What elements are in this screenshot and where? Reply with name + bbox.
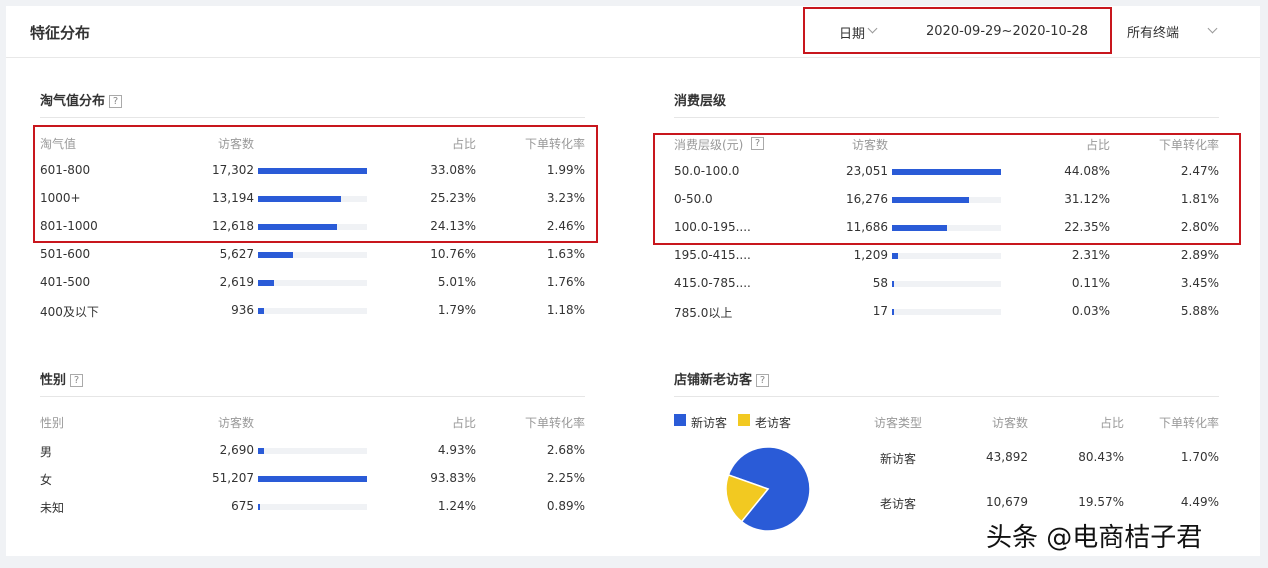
row-conv: 1.76% [546, 275, 585, 289]
help-icon[interactable]: ? [70, 374, 84, 387]
row-label: 老访客 [880, 497, 917, 511]
row-share: 1.24% [437, 499, 476, 513]
row-conv: 4.49% [1180, 495, 1219, 509]
row-share: 93.83% [430, 471, 476, 485]
row-conv: 2.68% [546, 443, 585, 457]
header-conv: 下单转化率 [524, 416, 585, 430]
row-visitors: 2,690 [219, 443, 254, 457]
bar-fill [258, 252, 294, 258]
bar-track [258, 308, 367, 314]
divider [674, 396, 1219, 397]
bar-track [258, 252, 367, 258]
bar-track [258, 476, 367, 482]
row-label: 400及以下 [40, 305, 99, 319]
legend-label-new[interactable]: 新访客 [691, 414, 727, 431]
section-title: 淘气值分布? [40, 90, 123, 109]
row-conv: 2.25% [546, 471, 585, 485]
row-label: 新访客 [880, 452, 917, 466]
row-label: 501-600 [40, 247, 91, 261]
row-conv: 1.18% [546, 303, 585, 317]
header-visitors: 访客数 [218, 416, 255, 430]
help-icon[interactable]: ? [109, 95, 123, 108]
chevron-down-icon[interactable] [1207, 23, 1218, 34]
row-conv: 1.70% [1180, 450, 1219, 464]
row-label: 785.0以上 [674, 306, 733, 320]
bar-fill [258, 280, 275, 286]
row-share: 4.93% [437, 443, 476, 457]
section-title: 消费层级 [674, 94, 727, 109]
row-label: 女 [40, 473, 53, 487]
date-label[interactable]: 日期 [839, 23, 865, 42]
header-label: 访客类型 [874, 416, 923, 430]
row-label: 男 [40, 445, 53, 459]
row-conv: 1.63% [546, 247, 585, 261]
legend-label-old[interactable]: 老访客 [755, 414, 791, 431]
help-icon[interactable]: ? [756, 374, 770, 387]
row-share: 1.79% [437, 303, 476, 317]
row-label: 195.0-415.... [674, 248, 751, 262]
terminal-select[interactable]: 所有终端 [1127, 22, 1179, 41]
row-share: 19.57% [1078, 495, 1124, 509]
watermark: 头条 @电商桔子君 [986, 523, 1203, 553]
row-share: 10.76% [430, 247, 476, 261]
divider [674, 117, 1219, 118]
header-conv: 下单转化率 [1158, 416, 1219, 430]
row-visitors: 58 [872, 276, 888, 290]
row-conv: 2.89% [1180, 248, 1219, 262]
row-visitors: 43,892 [986, 450, 1028, 464]
bar-fill [892, 309, 894, 315]
section-title: 店铺新老访客? [674, 369, 770, 388]
bar-track [258, 448, 367, 454]
row-conv: 3.45% [1180, 276, 1219, 290]
legend-swatch-new [674, 414, 686, 426]
row-visitors: 936 [231, 303, 254, 317]
row-visitors: 675 [231, 499, 254, 513]
card-header: 特征分布 日期 2020-09-29~2020-10-28 所有终端 [6, 6, 1260, 58]
bar-fill [892, 281, 894, 287]
row-share: 0.03% [1071, 304, 1110, 318]
section-title: 性别? [40, 369, 84, 388]
highlight-box [33, 125, 598, 243]
header-share: 占比 [1099, 416, 1124, 430]
bar-track [892, 281, 1001, 287]
row-conv: 5.88% [1180, 304, 1219, 318]
bar-track [892, 253, 1001, 259]
row-conv: 0.89% [546, 499, 585, 513]
bar-track [892, 309, 1001, 315]
page-title: 特征分布 [30, 24, 91, 42]
row-visitors: 10,679 [986, 495, 1028, 509]
row-visitors: 2,619 [219, 275, 254, 289]
row-visitors: 17 [872, 304, 888, 318]
bar-fill [892, 253, 898, 259]
date-filter-highlight: 日期 2020-09-29~2020-10-28 [803, 7, 1112, 54]
header-visitors: 访客数 [992, 416, 1029, 430]
row-share: 80.43% [1078, 450, 1124, 464]
row-share: 5.01% [437, 275, 476, 289]
bar-track [258, 504, 367, 510]
legend-swatch-old [738, 414, 750, 426]
bar-track [258, 280, 367, 286]
bar-fill [258, 308, 264, 314]
header-share: 占比 [451, 416, 476, 430]
row-visitors: 51,207 [212, 471, 254, 485]
chevron-down-icon[interactable] [867, 23, 878, 34]
highlight-box [653, 133, 1241, 245]
bar-fill [258, 448, 264, 454]
row-share: 0.11% [1071, 276, 1110, 290]
date-range-picker[interactable]: 2020-09-29~2020-10-28 [926, 24, 1088, 39]
row-label: 415.0-785.... [674, 276, 751, 290]
row-label: 401-500 [40, 275, 91, 289]
row-visitors: 5,627 [219, 247, 254, 261]
row-visitors: 1,209 [853, 248, 888, 262]
bar-fill [258, 476, 367, 482]
divider [40, 117, 585, 118]
row-label: 未知 [40, 501, 65, 515]
header-label: 性别 [40, 416, 65, 430]
visitor-type-pie [725, 446, 811, 532]
divider [40, 396, 585, 397]
row-share: 2.31% [1071, 248, 1110, 262]
bar-fill [258, 504, 260, 510]
